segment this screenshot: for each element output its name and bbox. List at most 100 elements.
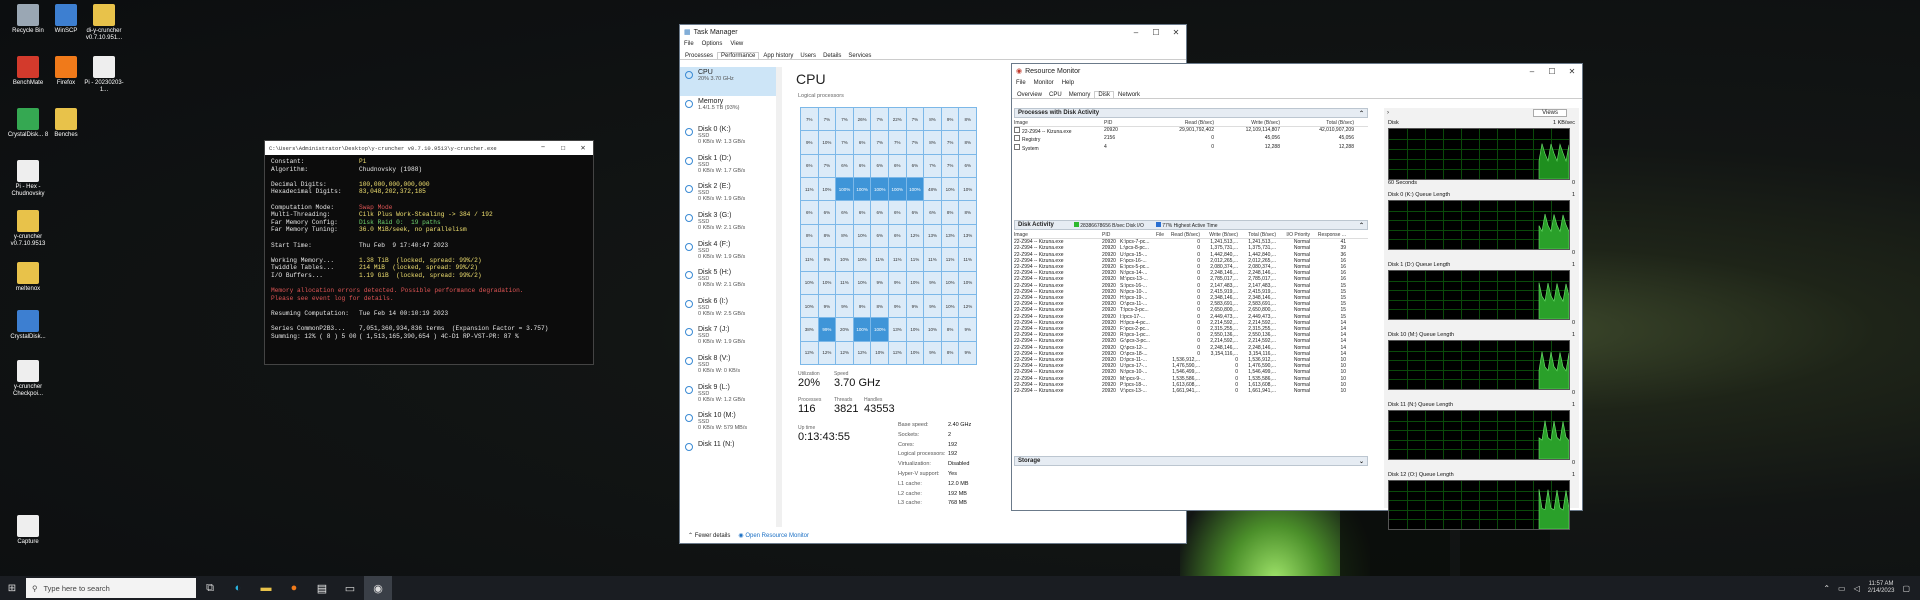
maximize-button[interactable]: ☐	[1146, 28, 1166, 37]
resource-monitor-window[interactable]: ◉ Resource Monitor – ☐ ✕ File Monitor Help O…	[1011, 63, 1583, 530]
views-button[interactable]: Views	[1533, 109, 1567, 117]
column-header[interactable]: Total (B/sec)	[1238, 232, 1276, 238]
sidebar-item[interactable]: CPU 20% 3.70 GHz	[680, 67, 776, 96]
clock[interactable]: 11:57 AM 2/14/2023	[1868, 581, 1895, 595]
console-taskbar-icon[interactable]: ▭	[336, 576, 364, 600]
tab[interactable]: Details	[820, 53, 844, 59]
y-cruncher-icon[interactable]: ▤	[308, 576, 336, 600]
volume-icon[interactable]: ◁	[1854, 584, 1860, 593]
tab[interactable]: Performance	[717, 52, 760, 59]
edge-icon[interactable]: ◐	[224, 576, 252, 600]
maximize-button[interactable]: ☐	[553, 143, 573, 153]
task-view-icon[interactable]: ⧉	[196, 576, 224, 600]
checkbox[interactable]	[1014, 127, 1020, 134]
tab[interactable]: Processes	[682, 53, 716, 59]
console-output[interactable]: Constant: Pi Algorithm: Chudnovsky (1988) D…	[265, 155, 593, 340]
sidebar-item[interactable]: Disk 4 (F:) SSD 0 KB/s W: 1.9 GB/s	[680, 239, 776, 268]
firefox-icon[interactable]: ●	[280, 576, 308, 600]
desktop-icon[interactable]: di-y-cruncher v0.7.10.951...	[82, 4, 126, 42]
column-header[interactable]: File	[1120, 232, 1164, 238]
task-manager-titlebar[interactable]: ▦ Task Manager – ☐ ✕	[680, 25, 1186, 39]
desktop-icon[interactable]: Pi - 20230203-1...	[82, 56, 126, 94]
sidebar-item[interactable]: Disk 2 (E:) SSD 0 KB/s W: 1.9 GB/s	[680, 181, 776, 210]
column-header[interactable]: PID	[1104, 120, 1134, 126]
menu-item[interactable]: File	[1016, 80, 1026, 86]
windows-start-button[interactable]: ⊞	[0, 576, 24, 600]
notification-icon[interactable]: ▢	[1902, 584, 1910, 593]
menu-item[interactable]: File	[684, 41, 694, 47]
sidebar-item[interactable]: Disk 5 (H:) SSD 0 KB/s W: 2.1 GB/s	[680, 267, 776, 296]
desktop-icon[interactable]: Pi - Hex - Chudnovsky	[6, 160, 50, 198]
desktop-icon[interactable]: Capture	[6, 515, 50, 546]
menu-item[interactable]: View	[730, 41, 743, 47]
column-header[interactable]: Write (B/sec)	[1214, 120, 1280, 126]
column-header[interactable]: PID	[1102, 232, 1120, 238]
sidebar-item-rate: 0 KB/s W: 1.9 GB/s	[698, 253, 746, 260]
chevron-right-icon[interactable]: ›	[1387, 110, 1389, 116]
close-button[interactable]: ✕	[1562, 67, 1582, 76]
table-row[interactable]: 22-Z994 -- Kizuna.exe 20920 V:\pcs-13-... 1…	[1014, 388, 1368, 394]
tab[interactable]: Services	[845, 53, 874, 59]
sidebar-item[interactable]: Memory 1.4/1.5 TB (93%)	[680, 96, 776, 125]
tab[interactable]: CPU	[1046, 92, 1065, 98]
desktop-icon[interactable]: Benches	[44, 108, 88, 139]
storage-header[interactable]: Storage ⌄	[1014, 456, 1368, 466]
console-window[interactable]: C:\Users\Administrator\Desktop\y-crunche…	[264, 140, 594, 365]
column-header[interactable]: Write (B/sec)	[1200, 232, 1238, 238]
table-cell: 45,056	[1338, 135, 1354, 142]
sidebar-scrollbar[interactable]	[776, 67, 782, 527]
maximize-button[interactable]: ☐	[1542, 67, 1562, 76]
chevron-up-icon[interactable]: ⌃	[1823, 584, 1830, 593]
minimize-button[interactable]: –	[533, 143, 553, 153]
table-row[interactable]: System 4 0 12,288 12,288	[1014, 143, 1368, 152]
tab[interactable]: App history	[760, 53, 796, 59]
sidebar-item[interactable]: Disk 11 (N:)	[680, 439, 776, 468]
minimize-button[interactable]: –	[1522, 67, 1542, 76]
desktop-icon[interactable]: meltenox	[6, 262, 50, 293]
sidebar-item[interactable]: Disk 9 (L:) SSD 0 KB/s W: 1.2 GB/s	[680, 382, 776, 411]
menu-item[interactable]: Options	[702, 41, 723, 47]
resource-monitor-taskbar-icon[interactable]: ◉	[364, 576, 392, 600]
taskbar-search-box[interactable]: ⚲ Type here to search	[26, 578, 196, 598]
desktop-icon[interactable]: y-cruncher Checkpoi...	[6, 360, 50, 398]
close-button[interactable]: ✕	[573, 143, 593, 153]
table-row[interactable]: Registry 2156 0 45,056 45,056	[1014, 135, 1368, 143]
minimize-button[interactable]: –	[1126, 28, 1146, 37]
disk-activity-header[interactable]: Disk Activity 28386678656 B/sec Disk I/O…	[1014, 220, 1368, 230]
menu-item[interactable]: Help	[1062, 80, 1074, 86]
tab[interactable]: Disk	[1094, 91, 1115, 98]
sidebar-item[interactable]: Disk 0 (K:) SSD 0 KB/s W: 1.3 GB/s	[680, 124, 776, 153]
open-resource-monitor-link[interactable]: ◉ Open Resource Monitor	[738, 532, 809, 539]
tab[interactable]: Memory	[1066, 92, 1094, 98]
sidebar-item[interactable]: Disk 6 (I:) SSD 0 KB/s W: 2.5 GB/s	[680, 296, 776, 325]
network-icon[interactable]: ▭	[1838, 584, 1846, 593]
resource-monitor-titlebar[interactable]: ◉ Resource Monitor – ☐ ✕	[1012, 64, 1582, 78]
fewer-details-link[interactable]: ⌃ Fewer details	[688, 532, 730, 539]
menu-item[interactable]: Monitor	[1034, 80, 1054, 86]
sidebar-item[interactable]: Disk 10 (M:) SSD 0 KB/s W: 579 MB/s	[680, 410, 776, 439]
column-header[interactable]: Image	[1014, 120, 1104, 126]
close-button[interactable]: ✕	[1166, 28, 1186, 37]
sidebar-item[interactable]: Disk 7 (J:) SSD 0 KB/s W: 1.9 GB/s	[680, 324, 776, 353]
column-header[interactable]: Image	[1014, 232, 1102, 238]
table-row[interactable]: 22-Z994 -- Kizuna.exe 20920 29,901,792,402…	[1014, 127, 1368, 135]
column-header[interactable]: Read (B/sec)	[1134, 120, 1214, 126]
console-titlebar[interactable]: C:\Users\Administrator\Desktop\y-crunche…	[265, 141, 593, 155]
checkbox[interactable]	[1014, 135, 1020, 142]
sidebar-item[interactable]: Disk 8 (V:) SSD 0 KB/s W: 0 KB/s	[680, 353, 776, 382]
column-header[interactable]: Total (B/sec)	[1280, 120, 1354, 126]
tab[interactable]: Network	[1115, 92, 1143, 98]
desktop-icon[interactable]: y-cruncher v0.7.10.9513	[6, 210, 50, 248]
performance-sidebar: CPU 20% 3.70 GHz Memory 1.4/1.5 TB (93%) Dis…	[680, 67, 777, 527]
desktop-icon[interactable]: CrystalDisk...	[6, 310, 50, 341]
column-header[interactable]: Response ...	[1310, 232, 1346, 238]
checkbox[interactable]	[1014, 143, 1020, 150]
file-explorer-icon[interactable]: ▬	[252, 576, 280, 600]
tab[interactable]: Overview	[1014, 92, 1045, 98]
tab[interactable]: Users	[797, 53, 819, 59]
sidebar-item[interactable]: Disk 1 (D:) SSD 0 KB/s W: 1.7 GB/s	[680, 153, 776, 182]
processes-disk-activity-header[interactable]: Processes with Disk Activity ⌃	[1014, 108, 1368, 118]
sidebar-item[interactable]: Disk 3 (G:) SSD 0 KB/s W: 2.1 GB/s	[680, 210, 776, 239]
column-header[interactable]: Read (B/sec)	[1164, 232, 1200, 238]
column-header[interactable]: I/O Priority	[1276, 232, 1310, 238]
